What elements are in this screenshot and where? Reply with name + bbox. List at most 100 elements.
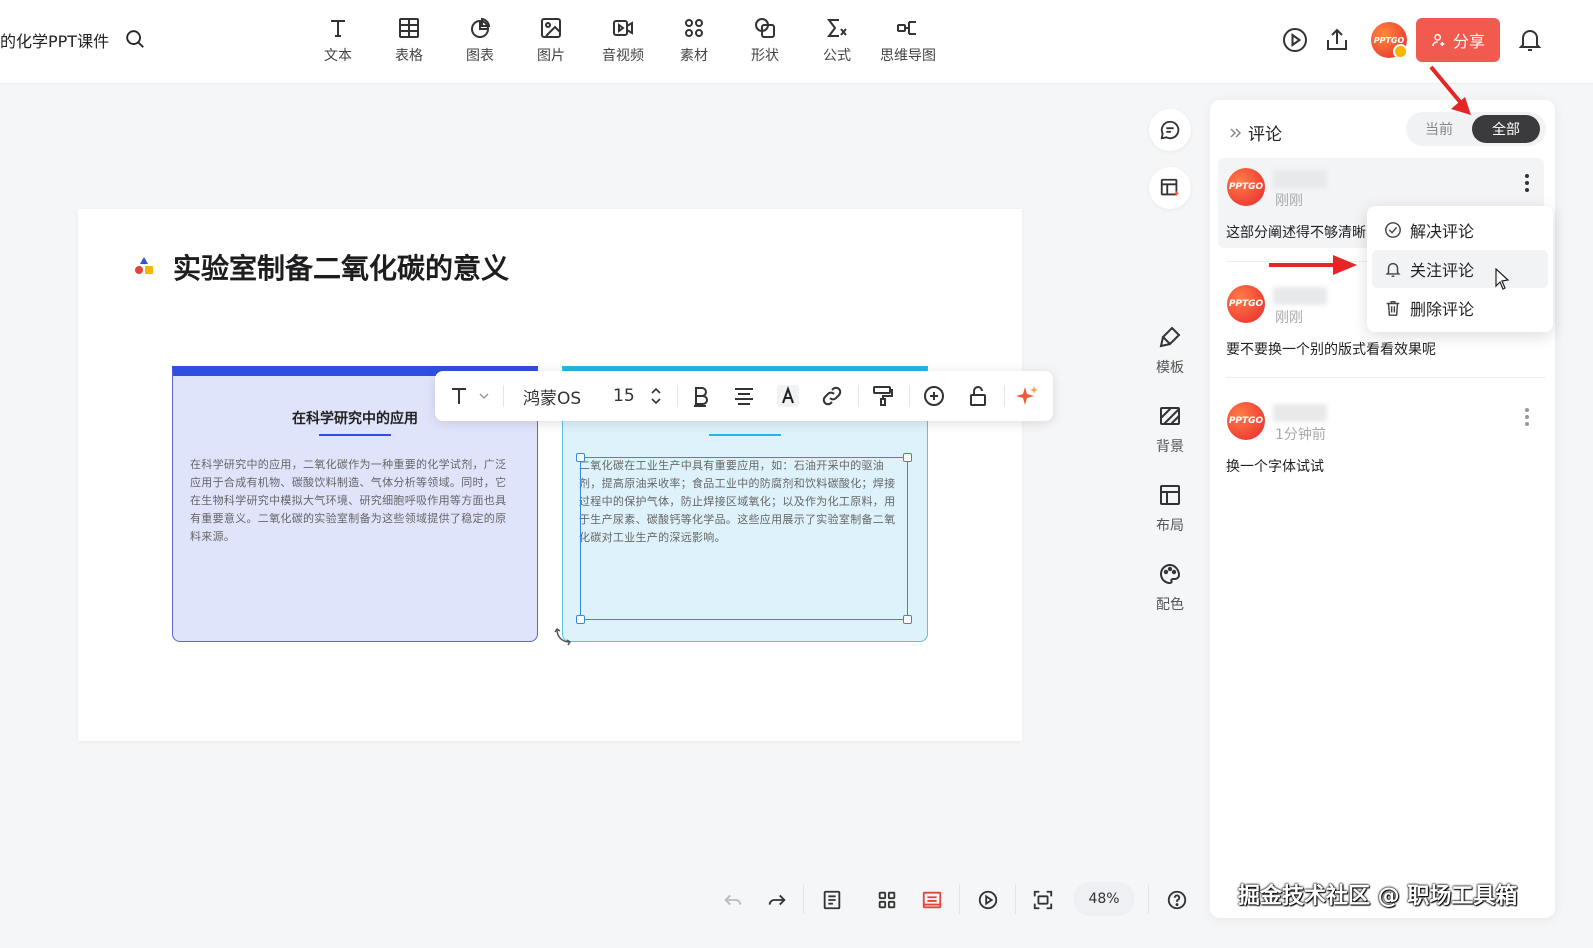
assets-icon — [685, 19, 703, 37]
mindmap-icon — [897, 21, 916, 35]
collapse-panel-icon[interactable] — [1228, 125, 1244, 141]
menu-item-label: 解决评论 — [1410, 222, 1475, 241]
insert-formula-button[interactable]: 公式 — [805, 14, 869, 70]
grid-view-icon — [878, 891, 896, 909]
notes-button[interactable] — [818, 886, 846, 914]
heading-underline — [319, 434, 391, 436]
text-selection-box[interactable] — [576, 453, 912, 624]
comment-item[interactable]: PPTGO 1分钟前 换一个字体试试 — [1218, 392, 1544, 482]
tool-label: 图片 — [537, 48, 565, 64]
user-add-icon — [1432, 33, 1445, 47]
tool-label: 表格 — [395, 48, 423, 64]
resize-handle[interactable] — [903, 453, 912, 462]
link-button[interactable] — [820, 384, 844, 408]
chart-icon — [471, 17, 491, 38]
redo-icon — [768, 894, 786, 906]
resize-handle[interactable] — [576, 453, 585, 462]
add-comment-button[interactable] — [922, 384, 946, 408]
divider — [959, 884, 960, 914]
insert-shape-button[interactable]: 形状 — [733, 14, 797, 70]
play-icon[interactable] — [1281, 26, 1309, 54]
unlock-icon — [970, 386, 986, 406]
comment-text: 这部分阐述得不够清晰 — [1226, 225, 1366, 241]
text-icon — [452, 388, 466, 404]
tool-label: 背景 — [1156, 439, 1184, 455]
rotate-handle-icon[interactable] — [553, 625, 575, 647]
tool-label: 音视频 — [602, 48, 644, 64]
align-button[interactable] — [732, 384, 756, 408]
resize-handle[interactable] — [903, 615, 912, 624]
insert-assets-button[interactable]: 素材 — [662, 14, 726, 70]
palette-icon — [1160, 563, 1181, 585]
insert-table-button[interactable]: 表格 — [377, 14, 441, 70]
share-label: 分享 — [1452, 32, 1485, 51]
more-vertical-icon[interactable] — [1524, 173, 1530, 193]
insert-text-button[interactable]: 文本 — [306, 14, 370, 70]
menu-item-label: 关注评论 — [1410, 261, 1475, 280]
insert-media-button[interactable]: 音视频 — [591, 14, 655, 70]
tool-label: 模板 — [1156, 360, 1184, 376]
text-color-button[interactable] — [776, 384, 800, 408]
divider — [677, 385, 678, 407]
resolve-comment-item[interactable]: 解决评论 — [1372, 211, 1548, 249]
ai-layout-button[interactable] — [1149, 167, 1191, 209]
present-button[interactable] — [974, 886, 1002, 914]
chevron-down-icon — [479, 393, 489, 400]
font-family-select[interactable]: 鸿蒙OS — [523, 384, 581, 409]
link-icon — [822, 386, 842, 406]
divider — [503, 385, 504, 407]
divider — [909, 385, 910, 407]
insert-image-button[interactable]: 图片 — [519, 14, 583, 70]
redo-button[interactable] — [763, 886, 791, 914]
font-size-stepper-icon[interactable] — [649, 384, 663, 408]
comment-time: 刚刚 — [1275, 193, 1303, 209]
share-button[interactable]: 分享 — [1416, 18, 1500, 62]
text-style-dropdown[interactable] — [447, 384, 491, 408]
font-size-value[interactable]: 15 — [613, 384, 635, 408]
tab-current[interactable]: 当前 — [1410, 115, 1468, 143]
resize-handle[interactable] — [576, 615, 585, 624]
ai-button[interactable] — [1015, 384, 1039, 408]
format-painter-button[interactable] — [871, 384, 895, 408]
formula-icon — [827, 19, 847, 37]
more-vertical-icon[interactable] — [1524, 407, 1530, 427]
grid-view-button[interactable] — [873, 886, 901, 914]
notification-bell-icon[interactable] — [1516, 26, 1544, 54]
tab-all[interactable]: 全部 — [1472, 115, 1540, 143]
comment-time: 刚刚 — [1275, 310, 1303, 326]
help-button[interactable] — [1163, 886, 1191, 914]
palette-tool[interactable]: 配色 — [1147, 562, 1193, 614]
comment-icon — [1160, 120, 1180, 140]
slide-view-icon — [922, 891, 942, 909]
slide-view-button[interactable] — [918, 886, 946, 914]
delete-comment-item[interactable]: 删除评论 — [1372, 289, 1548, 327]
follow-comment-item[interactable]: 关注评论 — [1372, 250, 1548, 288]
lock-button[interactable] — [966, 384, 990, 408]
font-color-icon — [777, 385, 799, 407]
comment-text: 要不要换一个别的版式看看效果呢 — [1226, 342, 1436, 358]
insert-mindmap-button[interactable]: 思维导图 — [876, 14, 940, 70]
tool-label: 素材 — [680, 48, 708, 64]
bold-icon — [694, 387, 708, 407]
tool-label: 配色 — [1156, 597, 1184, 613]
slide-title[interactable]: 实验室制备二氧化碳的意义 — [173, 247, 509, 287]
commenter-name-blurred — [1273, 287, 1327, 305]
layout-icon — [1160, 485, 1180, 505]
insert-chart-button[interactable]: 图表 — [448, 14, 512, 70]
search-icon[interactable] — [124, 28, 146, 50]
tool-label: 布局 — [1156, 518, 1184, 534]
layout-tool[interactable]: 布局 — [1147, 483, 1193, 535]
document-title[interactable]: 的化学PPT课件 — [0, 28, 109, 52]
undo-button[interactable] — [719, 886, 747, 914]
user-avatar[interactable]: PPTGO — [1371, 22, 1408, 59]
align-center-icon — [735, 388, 753, 405]
template-tool[interactable]: 模板 — [1147, 325, 1193, 377]
fit-screen-icon — [1033, 890, 1053, 910]
export-icon[interactable] — [1323, 26, 1351, 54]
comments-toggle-button[interactable] — [1149, 109, 1191, 151]
fit-screen-button[interactable] — [1029, 886, 1057, 914]
background-tool[interactable]: 背景 — [1147, 404, 1193, 456]
zoom-level[interactable]: 48% — [1073, 882, 1135, 916]
bold-button[interactable] — [688, 384, 712, 408]
format-painter-icon — [873, 386, 893, 406]
